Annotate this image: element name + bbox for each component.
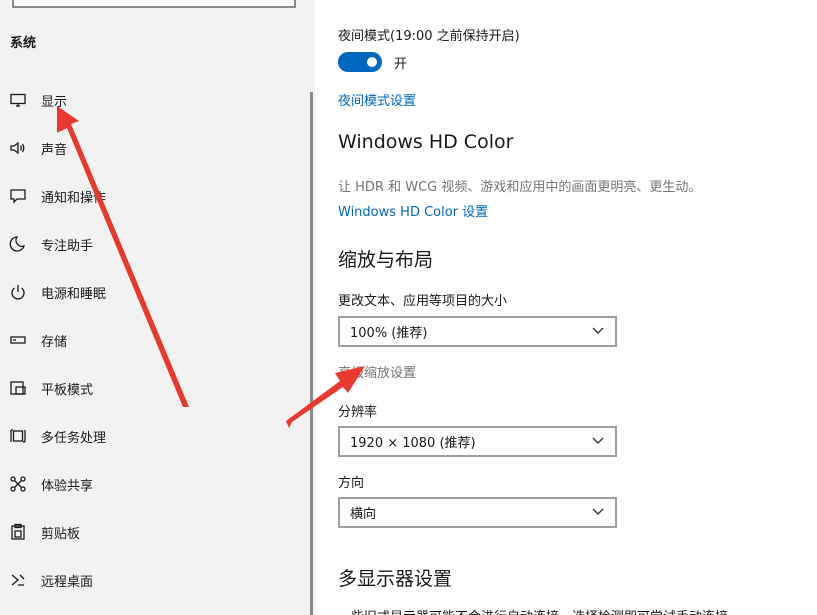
sidebar-item-clipboard[interactable]: 剪贴板 xyxy=(0,510,312,554)
power-icon xyxy=(9,283,27,301)
multi-display-heading: 多显示器设置 xyxy=(338,568,453,590)
sidebar-item-label: 存储 xyxy=(41,334,68,350)
resolution-label: 分辨率 xyxy=(338,405,378,420)
hd-color-description: 让 HDR 和 WCG 视频、游戏和应用中的画面更明亮、更生动。 xyxy=(338,180,702,195)
sidebar-item-label: 远程桌面 xyxy=(41,574,94,590)
night-light-settings-link[interactable]: 夜间模式设置 xyxy=(338,90,416,109)
toggle-knob xyxy=(367,57,377,67)
remote-desktop-icon xyxy=(9,571,27,589)
hd-color-settings-link[interactable]: Windows HD Color 设置 xyxy=(338,201,488,220)
sidebar-item-multitasking[interactable]: 多任务处理 xyxy=(0,414,312,458)
display-settings-page: 夜间模式(19:00 之前保持开启) 开 夜间模式设置 Windows HD C… xyxy=(315,0,817,615)
share-icon xyxy=(9,475,27,493)
sidebar-item-power-sleep[interactable]: 电源和睡眠 xyxy=(0,270,312,314)
tablet-icon xyxy=(9,379,27,397)
monitor-icon xyxy=(9,91,27,109)
sidebar-item-sound[interactable]: 声音 xyxy=(0,126,312,170)
scale-label: 更改文本、应用等项目的大小 xyxy=(338,294,508,309)
settings-window: 系统 显示 声音 通知和操作 专注助手 电源和睡眠 存储 平板模式 多任务处理 … xyxy=(0,0,817,615)
sidebar-item-remote-desktop[interactable]: 远程桌面 xyxy=(0,558,312,602)
chevron-down-icon xyxy=(591,503,605,522)
speaker-icon xyxy=(9,139,27,157)
scale-dropdown-value: 100% (推荐) xyxy=(350,326,428,341)
sidebar-item-notifications[interactable]: 通知和操作 xyxy=(0,174,312,218)
sidebar-scrollbar[interactable] xyxy=(310,92,313,615)
sidebar-item-tablet-mode[interactable]: 平板模式 xyxy=(0,366,312,410)
chevron-down-icon xyxy=(591,322,605,341)
hd-color-heading: Windows HD Color xyxy=(338,131,514,153)
orientation-dropdown-value: 横向 xyxy=(350,507,377,522)
sidebar-item-label: 显示 xyxy=(41,94,68,110)
sidebar-item-label: 剪贴板 xyxy=(41,526,81,542)
sidebar: 系统 显示 声音 通知和操作 专注助手 电源和睡眠 存储 平板模式 多任务处理 … xyxy=(0,0,315,615)
moon-icon xyxy=(9,235,27,253)
multitask-icon xyxy=(9,427,27,445)
night-light-toggle[interactable] xyxy=(338,52,382,72)
scale-layout-heading: 缩放与布局 xyxy=(338,249,434,271)
sidebar-item-label: 通知和操作 xyxy=(41,190,107,206)
resolution-dropdown[interactable]: 1920 × 1080 (推荐) xyxy=(338,426,617,457)
scale-dropdown[interactable]: 100% (推荐) xyxy=(338,316,617,347)
sidebar-item-shared-experiences[interactable]: 体验共享 xyxy=(0,462,312,506)
sidebar-section-title: 系统 xyxy=(10,36,37,51)
night-light-toggle-row: 开 xyxy=(338,52,407,72)
orientation-label: 方向 xyxy=(338,476,365,491)
storage-icon xyxy=(9,331,27,349)
clipboard-icon xyxy=(9,523,27,541)
search-input[interactable] xyxy=(12,0,296,8)
multi-display-description: 一些旧式显示器可能不会进行自动连接。选择检测即可尝试手动连接。 xyxy=(338,606,741,615)
sidebar-item-label: 专注助手 xyxy=(41,238,94,254)
sidebar-item-label: 平板模式 xyxy=(41,382,94,398)
chevron-down-icon xyxy=(591,432,605,451)
resolution-dropdown-value: 1920 × 1080 (推荐) xyxy=(350,436,476,451)
night-light-label: 夜间模式(19:00 之前保持开启) xyxy=(338,29,520,44)
sidebar-item-display[interactable]: 显示 xyxy=(0,78,312,122)
sidebar-item-label: 多任务处理 xyxy=(41,430,107,446)
notification-icon xyxy=(9,187,27,205)
advanced-scaling-link[interactable]: 高级缩放设置 xyxy=(338,362,416,381)
toggle-state-label: 开 xyxy=(394,56,408,72)
sidebar-item-label: 体验共享 xyxy=(41,478,94,494)
orientation-dropdown[interactable]: 横向 xyxy=(338,497,617,528)
sidebar-item-focus-assist[interactable]: 专注助手 xyxy=(0,222,312,266)
sidebar-item-label: 声音 xyxy=(41,142,68,158)
sidebar-item-label: 电源和睡眠 xyxy=(41,286,107,302)
sidebar-item-storage[interactable]: 存储 xyxy=(0,318,312,362)
